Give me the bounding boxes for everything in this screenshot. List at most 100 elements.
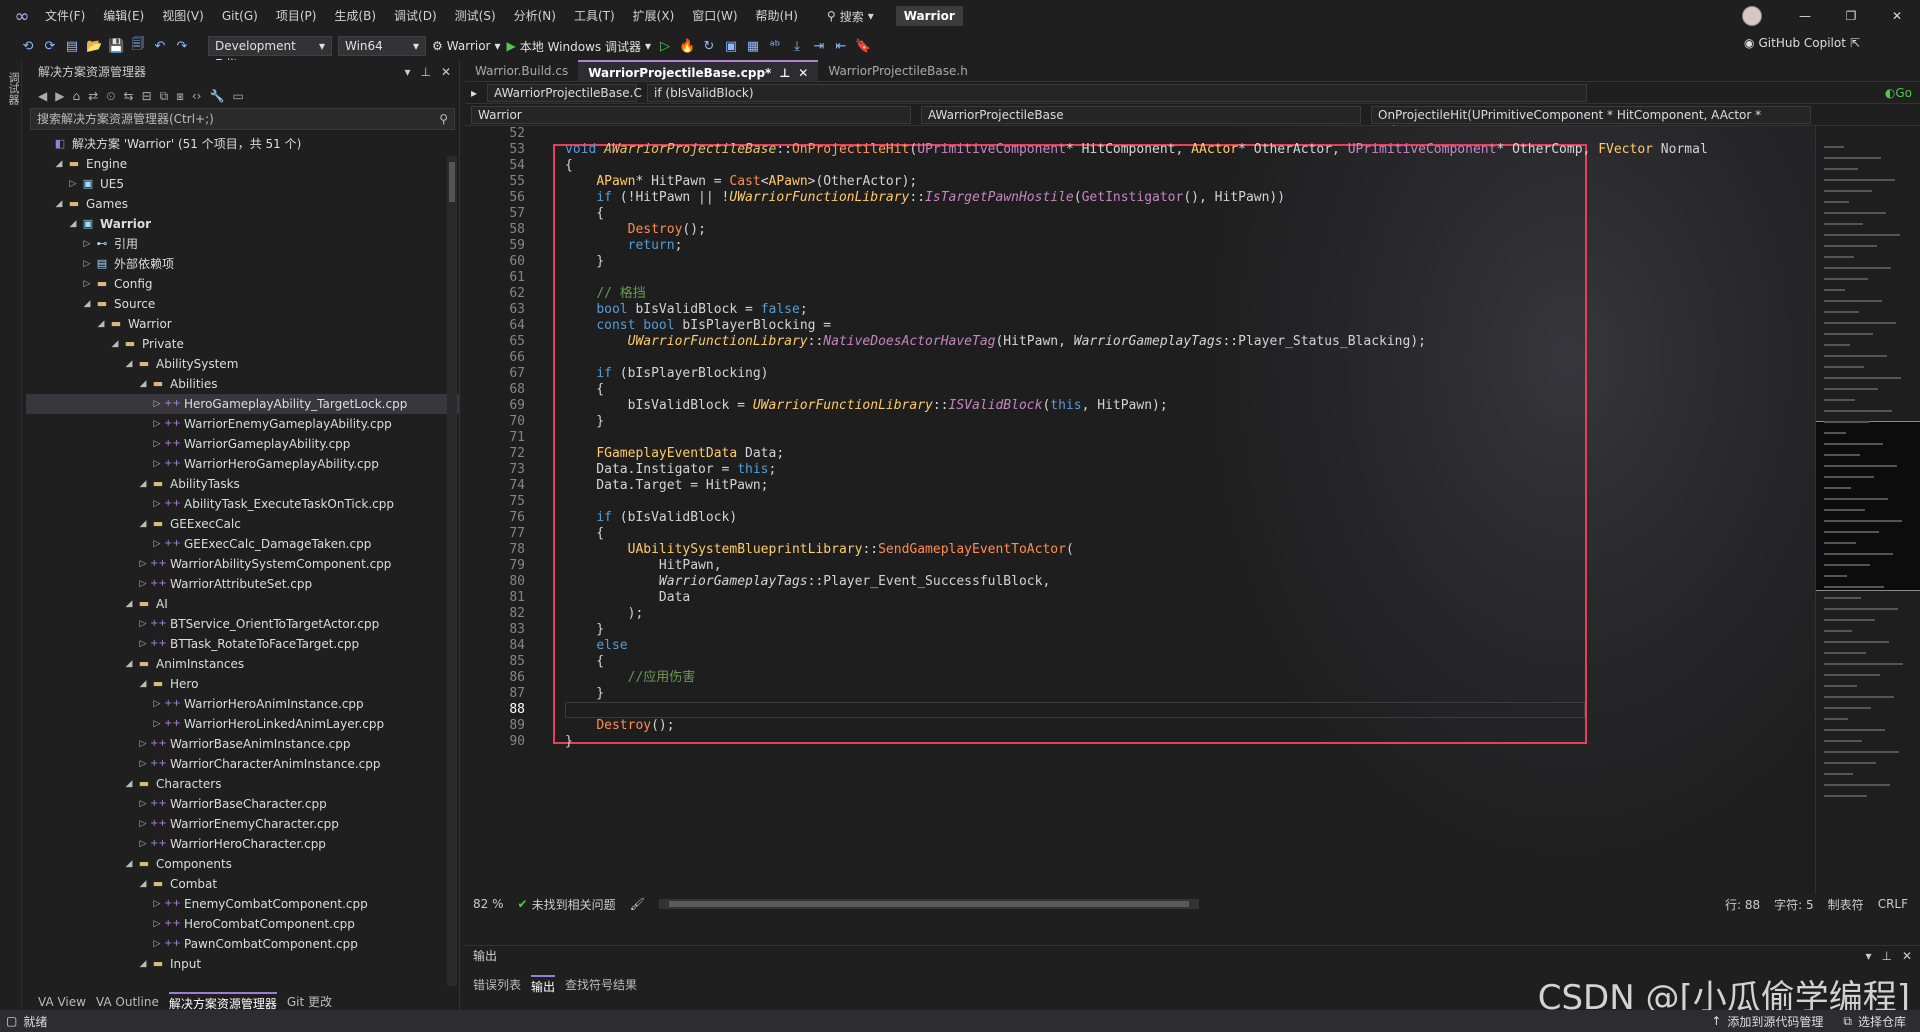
tree-item[interactable]: ◢ ▬ AI bbox=[26, 594, 459, 614]
expand-arrow-icon[interactable]: ▷ bbox=[80, 254, 94, 274]
tree-scrollbar[interactable] bbox=[447, 156, 457, 986]
tree-item[interactable]: ◢ ▬ Games bbox=[26, 194, 459, 214]
forward-icon[interactable]: ▶ bbox=[55, 89, 64, 103]
menu-item[interactable]: 生成(B) bbox=[325, 0, 385, 32]
minimap[interactable] bbox=[1815, 126, 1920, 894]
tree-item[interactable]: ▷ ++ WarriorBaseCharacter.cpp bbox=[26, 794, 459, 814]
add-source-control-button[interactable]: 添加到源代码管理 bbox=[1727, 1013, 1823, 1030]
maximize-button[interactable]: ❐ bbox=[1828, 0, 1874, 32]
code-area[interactable]: 52 53 54 55 56 57 58 59 60 61 62 63 64 65 66 67 68 69 70 71… bbox=[465, 126, 1815, 894]
tree-item[interactable]: ▷ ⊷ 引用 bbox=[26, 234, 459, 254]
pin-icon[interactable]: ⊥ bbox=[779, 62, 790, 81]
wrench-icon[interactable]: 🔧 bbox=[209, 89, 224, 103]
tree-item[interactable]: ◢ ▬ Private bbox=[26, 334, 459, 354]
expand-arrow-icon[interactable]: ◢ bbox=[52, 154, 66, 174]
tree-item[interactable]: ◢ ▬ Hero bbox=[26, 674, 459, 694]
expand-arrow-icon[interactable]: ▷ bbox=[150, 694, 164, 714]
expand-arrow-icon[interactable]: ▷ bbox=[150, 914, 164, 934]
menu-item[interactable]: 窗口(W) bbox=[683, 0, 746, 32]
run-without-debug-icon[interactable]: ▷ bbox=[657, 39, 673, 54]
expand-arrow-icon[interactable]: ▷ bbox=[150, 714, 164, 734]
menu-item[interactable]: 文件(F) bbox=[36, 0, 94, 32]
back-icon[interactable]: ⟲ bbox=[20, 39, 36, 54]
eol-indicator[interactable]: CRLF bbox=[1878, 897, 1908, 911]
expand-arrow-icon[interactable]: ◢ bbox=[108, 334, 122, 354]
expand-arrow-icon[interactable]: ▷ bbox=[150, 394, 164, 414]
solution-search-input[interactable]: 搜索解决方案资源管理器(Ctrl+;) ⚲ bbox=[30, 108, 455, 130]
refresh-icon[interactable]: ↻ bbox=[701, 39, 717, 54]
expand-arrow-icon[interactable]: ▷ bbox=[150, 934, 164, 954]
expand-arrow-icon[interactable]: ◢ bbox=[122, 594, 136, 614]
tree-item[interactable]: ◢ ▬ Engine bbox=[26, 154, 459, 174]
expand-arrow-icon[interactable]: ▷ bbox=[150, 894, 164, 914]
save-icon[interactable]: 💾 bbox=[108, 39, 124, 54]
collapse-all-icon[interactable]: ⊟ bbox=[142, 89, 152, 103]
menu-item[interactable]: 帮助(H) bbox=[747, 0, 807, 32]
new-project-icon[interactable]: ▤ bbox=[64, 39, 80, 54]
select-repo-button[interactable]: 选择仓库 bbox=[1858, 1013, 1906, 1030]
tree-item[interactable]: ◢ ▬ Warrior bbox=[26, 314, 459, 334]
debugger-side-tab[interactable]: 调试器 bbox=[5, 72, 21, 105]
tree-item[interactable]: ▷ ++ WarriorCharacterAnimInstance.cpp bbox=[26, 754, 459, 774]
tree-item[interactable]: ◢ ▬ GEExecCalc bbox=[26, 514, 459, 534]
menu-item[interactable]: 项目(P) bbox=[267, 0, 326, 32]
tree-item[interactable]: ◢ ▬ Source bbox=[26, 294, 459, 314]
expand-arrow-icon[interactable]: ◢ bbox=[136, 474, 150, 494]
start-debugger-button[interactable]: ▶ 本地 Windows 调试器 ▾ bbox=[507, 38, 651, 55]
expand-arrow-icon[interactable]: ◢ bbox=[122, 774, 136, 794]
tree-item[interactable]: ▷ ▣ UE5 bbox=[26, 174, 459, 194]
save-all-icon[interactable]: 🗐 bbox=[130, 35, 146, 57]
tree-item[interactable]: ◢ ▬ Combat bbox=[26, 874, 459, 894]
expand-arrow-icon[interactable]: ▷ bbox=[136, 794, 150, 814]
tree-item[interactable]: ▷ ++ BTService_OrientToTargetActor.cpp bbox=[26, 614, 459, 634]
panel-tab[interactable]: Git 更改 bbox=[287, 992, 332, 1012]
preview-icon[interactable]: ▭ bbox=[232, 89, 243, 103]
scrollbar-thumb[interactable] bbox=[449, 162, 455, 202]
switch-views-icon[interactable]: ⇄ bbox=[88, 89, 98, 103]
go-button[interactable]: ◐Go bbox=[1885, 86, 1912, 100]
menu-item[interactable]: Git(G) bbox=[213, 0, 267, 32]
menu-item[interactable]: 调试(D) bbox=[385, 0, 446, 32]
filter-icon[interactable]: ⧆ bbox=[176, 89, 184, 104]
panel-tab[interactable]: VA Outline bbox=[96, 992, 159, 1012]
tree-item[interactable]: ▷ ++ GEExecCalc_DamageTaken.cpp bbox=[26, 534, 459, 554]
minimize-button[interactable]: — bbox=[1782, 0, 1828, 32]
expand-arrow-icon[interactable]: ▷ bbox=[150, 414, 164, 434]
expand-arrow-icon[interactable]: ◢ bbox=[136, 514, 150, 534]
tabs-indicator[interactable]: 制表符 bbox=[1828, 896, 1864, 913]
startup-project-select[interactable]: ⚙ Warrior ▾ bbox=[432, 39, 501, 53]
output-tab[interactable]: 查找符号结果 bbox=[565, 975, 637, 995]
expand-arrow-icon[interactable]: ▷ bbox=[80, 274, 94, 294]
outdent-icon[interactable]: ⇤ bbox=[833, 39, 849, 54]
pin-icon[interactable]: ⊥ bbox=[420, 60, 430, 84]
tree-item[interactable]: ▷ ++ WarriorHeroCharacter.cpp bbox=[26, 834, 459, 854]
tree-item[interactable]: ◢ ▣ Warrior bbox=[26, 214, 459, 234]
tree-item[interactable]: ▷ ++ WarriorBaseAnimInstance.cpp bbox=[26, 734, 459, 754]
expand-arrow-icon[interactable]: ◢ bbox=[122, 654, 136, 674]
expand-arrow-icon[interactable]: ▷ bbox=[136, 834, 150, 854]
menu-item[interactable]: 测试(S) bbox=[446, 0, 505, 32]
chevron-down-icon[interactable]: ▾ bbox=[1865, 946, 1871, 966]
tree-item[interactable]: ◢ ▬ AbilityTasks bbox=[26, 474, 459, 494]
expand-arrow-icon[interactable]: ▷ bbox=[136, 614, 150, 634]
panel-tab[interactable]: VA View bbox=[38, 992, 86, 1012]
char-indicator[interactable]: 字符: 5 bbox=[1774, 896, 1814, 913]
project-scope-select[interactable]: Warrior bbox=[471, 105, 911, 124]
tree-item[interactable]: ▷ ++ BTTask_RotateToFaceTarget.cpp bbox=[26, 634, 459, 654]
expand-arrow-icon[interactable]: ◢ bbox=[66, 214, 80, 234]
editor-tab[interactable]: WarriorProjectileBase.h bbox=[818, 60, 977, 81]
layout-icon[interactable]: ▦ bbox=[745, 39, 761, 54]
scope-nav-select[interactable]: if (bIsValidBlock) bbox=[647, 83, 1588, 102]
tree-item[interactable]: ▷ ++ WarriorGameplayAbility.cpp bbox=[26, 434, 459, 454]
history-icon[interactable]: ⏲ bbox=[106, 89, 115, 104]
step-icon[interactable]: ⤓ bbox=[789, 39, 805, 54]
configuration-select[interactable]: Development Editor ▾ bbox=[208, 36, 332, 71]
tree-item[interactable]: ▷ ++ WarriorEnemyCharacter.cpp bbox=[26, 814, 459, 834]
expand-arrow-icon[interactable]: ▷ bbox=[80, 234, 94, 254]
redo-icon[interactable]: ↷ bbox=[174, 39, 190, 54]
expand-arrow-icon[interactable]: ◢ bbox=[136, 674, 150, 694]
expand-arrow-icon[interactable]: ▷ bbox=[150, 454, 164, 474]
visual-studio-logo-icon[interactable]: ∞ bbox=[8, 0, 36, 32]
tree-item[interactable]: ◢ ▬ Characters bbox=[26, 774, 459, 794]
indent-icon[interactable]: ⇥ bbox=[811, 39, 827, 54]
